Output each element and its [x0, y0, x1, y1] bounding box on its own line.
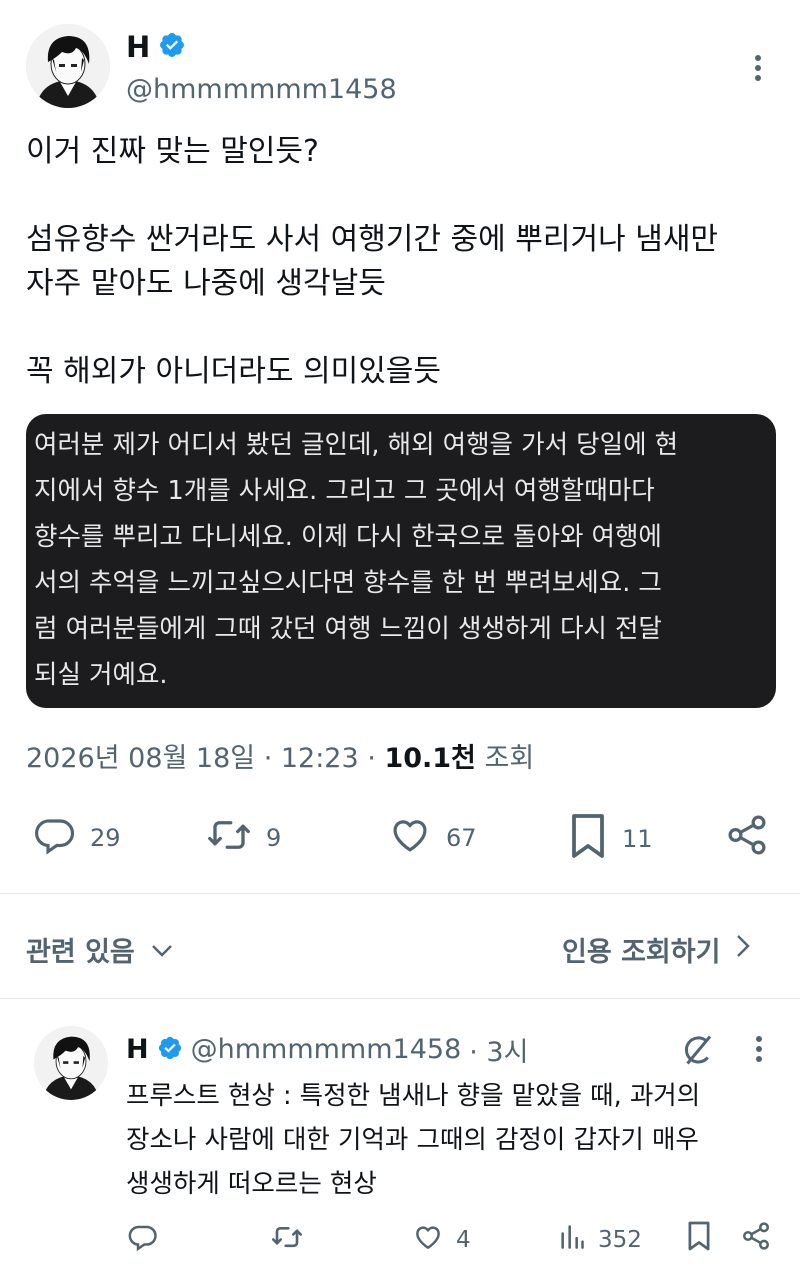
author-handle[interactable]: @hmmmmmm1458	[126, 74, 397, 105]
reply-avatar[interactable]	[34, 1026, 108, 1100]
retweet-icon	[270, 1222, 304, 1258]
reply-views-button[interactable]: 352	[558, 1222, 642, 1258]
divider	[0, 998, 800, 999]
quoted-image-text: 여러분 제가 어디서 봤던 글인데, 해외 여행을 가서 당일에 현 지에서 향…	[34, 430, 679, 690]
views-label: 조회	[484, 743, 535, 774]
reply-reply-button[interactable]	[128, 1222, 158, 1258]
reply-count: 29	[90, 824, 121, 852]
like-count: 67	[446, 824, 477, 852]
bookmark-button[interactable]: 11	[568, 812, 653, 866]
bookmark-icon	[568, 812, 608, 866]
more-icon[interactable]	[746, 52, 770, 84]
like-button[interactable]: 67	[388, 814, 477, 862]
reply-time[interactable]: · 3시	[469, 1030, 528, 1069]
reply-author-name[interactable]: H	[126, 1034, 149, 1065]
reply-retweet-button[interactable]	[270, 1222, 304, 1258]
verified-icon	[158, 31, 186, 63]
quoted-image[interactable]: 여러분 제가 어디서 봤던 글인데, 해외 여행을 가서 당일에 현 지에서 향…	[26, 414, 776, 708]
reply-author-handle[interactable]: @hmmmmmm1458	[191, 1034, 462, 1065]
share-icon[interactable]	[740, 1220, 772, 1256]
timestamp[interactable]: 2026년 08월 18일 · 12:23 ·	[26, 743, 376, 774]
share-icon[interactable]	[724, 812, 770, 862]
views-icon	[558, 1222, 586, 1258]
bookmark-icon[interactable]	[686, 1220, 712, 1256]
verified-icon	[157, 1035, 183, 1065]
tweet-meta: 2026년 08월 18일 · 12:23 · 10.1천 조회	[26, 736, 534, 775]
related-label: 관련 있음	[26, 937, 135, 968]
bookmark-count: 11	[622, 825, 653, 853]
reply-icon	[128, 1222, 158, 1258]
more-icon[interactable]	[748, 1034, 770, 1064]
reply-button[interactable]: 29	[34, 814, 121, 862]
divider	[0, 893, 800, 894]
grok-icon[interactable]	[680, 1032, 716, 1072]
author-avatar[interactable]	[26, 24, 110, 108]
like-icon	[412, 1222, 444, 1258]
quote-views-label: 인용 조회하기	[562, 937, 721, 968]
views-count: 10.1천	[384, 743, 476, 774]
reply-like-count: 4	[456, 1227, 471, 1253]
reply-author-line: H @hmmmmmm1458 · 3시	[126, 1030, 528, 1069]
retweet-button[interactable]: 9	[206, 814, 281, 862]
reply-icon	[34, 814, 76, 862]
chevron-down-icon	[151, 934, 173, 965]
quote-views-link[interactable]: 인용 조회하기	[562, 930, 751, 969]
chevron-right-icon	[736, 934, 751, 965]
author-line: H	[126, 30, 186, 64]
related-toggle[interactable]: 관련 있음	[26, 930, 173, 969]
author-name[interactable]: H	[126, 30, 150, 64]
reply-like-button[interactable]: 4	[412, 1222, 471, 1258]
tweet-text: 이거 진짜 맞는 말인듯? 섬유향수 싼거라도 사서 여행기간 중에 뿌리거나 …	[26, 134, 719, 389]
reply-text: 프루스트 현상 : 특정한 냄새나 향을 맡았을 때, 과거의 장소나 사람에 …	[126, 1081, 701, 1199]
reply-views-count: 352	[598, 1227, 642, 1253]
retweet-count: 9	[266, 824, 282, 852]
retweet-icon	[206, 814, 252, 862]
like-icon	[388, 814, 432, 862]
